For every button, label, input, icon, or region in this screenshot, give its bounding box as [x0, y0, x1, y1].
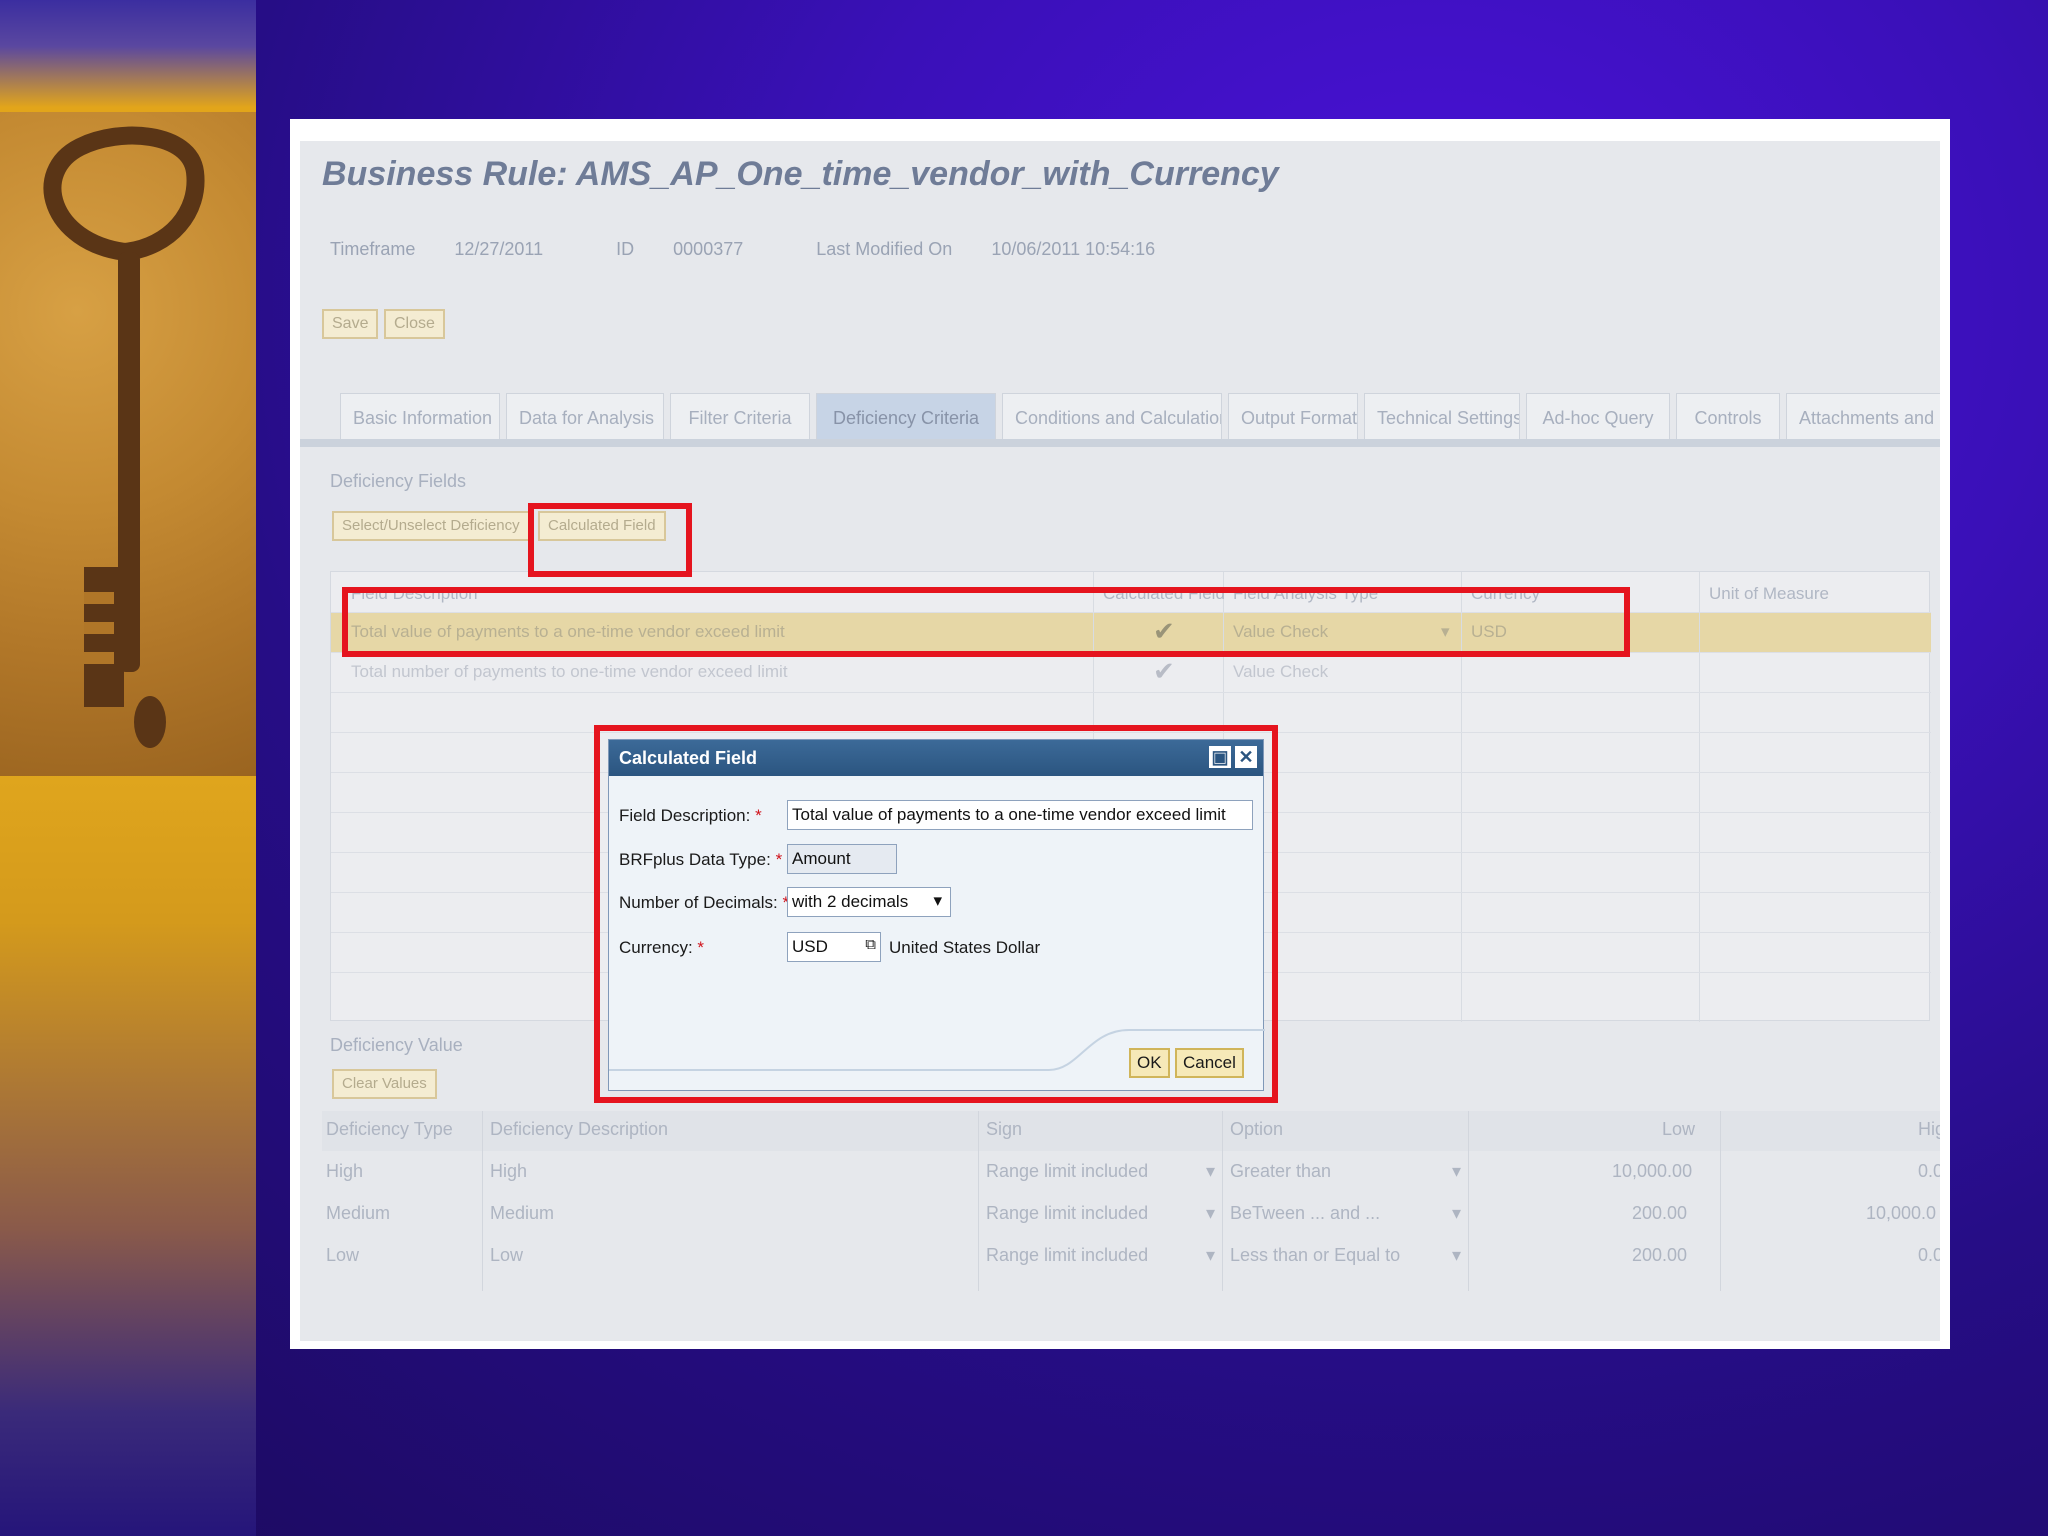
column-divider [978, 1111, 979, 1291]
rule-id: ID 0000377 [616, 239, 744, 259]
tab-deficiency-criteria[interactable]: Deficiency Criteria [816, 393, 996, 443]
column-divider [482, 1111, 483, 1291]
close-button[interactable]: Close [384, 309, 445, 339]
tab-conditions-and-calculations[interactable]: Conditions and Calculations [1002, 393, 1222, 443]
business-rule-window: Business Rule: AMS_AP_One_time_vendor_wi… [300, 141, 1940, 1341]
column-header-unit-of-measure[interactable]: Unit of Measure [1709, 584, 1829, 604]
highlight-calculated-field-button [528, 503, 692, 577]
column-header-high[interactable]: High [1918, 1119, 1940, 1140]
row-high-description[interactable]: High [490, 1161, 527, 1182]
row-2-description: Total number of payments to one-time ven… [351, 662, 788, 681]
row-low-type: Low [326, 1245, 360, 1265]
tab-ad-hoc-query[interactable]: Ad-hoc Query [1526, 393, 1670, 443]
deficiency-value-heading: Deficiency Value [330, 1035, 463, 1055]
column-header-option[interactable]: Option [1230, 1119, 1283, 1140]
column-divider [1720, 1111, 1721, 1291]
row-2-analysis-type[interactable]: Value Check [1233, 662, 1328, 682]
column-divider [1222, 1111, 1223, 1291]
column-header-low[interactable]: Low [1662, 1119, 1695, 1140]
row-medium-option[interactable]: BeTween ... and ... [1230, 1203, 1380, 1224]
column-header-deficiency-description[interactable]: Deficiency Description [490, 1119, 668, 1140]
row-high-option-dropdown-icon[interactable]: ▾ [1452, 1161, 1461, 1182]
rule-metadata: Timeframe 12/27/2011 ID 0000377 Last Mod… [330, 239, 1223, 260]
highlight-calculated-field-dialog [594, 725, 1278, 1103]
last-modified: Last Modified On 10/06/2011 10:54:16 [816, 239, 1156, 259]
deficiency-value-table: Deficiency Type Deficiency Description S… [322, 1111, 1940, 1291]
column-divider [1468, 1111, 1469, 1291]
tab-output-format[interactable]: Output Format [1228, 393, 1358, 443]
page-title: Business Rule: AMS_AP_One_time_vendor_wi… [322, 155, 1279, 193]
row-high-high[interactable]: 0.0 [1918, 1161, 1940, 1182]
row-medium-option-dropdown-icon[interactable]: ▾ [1452, 1203, 1461, 1224]
row-low-option-dropdown-icon[interactable]: ▾ [1452, 1245, 1461, 1266]
tab-attachments[interactable]: Attachments and [1786, 393, 1940, 443]
row-medium-sign[interactable]: Range limit included [986, 1203, 1148, 1224]
row-low-sign-dropdown-icon[interactable]: ▾ [1206, 1245, 1215, 1266]
column-divider [1699, 572, 1700, 1022]
deficiency-fields-heading: Deficiency Fields [330, 471, 467, 491]
screenshot-frame: Business Rule: AMS_AP_One_time_vendor_wi… [290, 119, 1950, 1349]
row-low-option[interactable]: Less than or Equal to [1230, 1245, 1400, 1266]
row-low-sign[interactable]: Range limit included [986, 1245, 1148, 1266]
row-2-calculated-check-icon: ✔ [1153, 656, 1175, 686]
row-low-description[interactable]: Low [490, 1245, 523, 1266]
clear-values-button[interactable]: Clear Values [332, 1069, 437, 1099]
column-header-sign[interactable]: Sign [986, 1119, 1022, 1140]
tab-basic-information[interactable]: Basic Information [340, 393, 500, 443]
save-button[interactable]: Save [322, 309, 379, 339]
select-unselect-deficiency-button[interactable]: Select/Unselect Deficiency [332, 511, 530, 541]
row-medium-type: Medium [326, 1203, 391, 1223]
row-high-sign-dropdown-icon[interactable]: ▾ [1206, 1161, 1215, 1182]
tab-strip: Basic Information Data for Analysis Filt… [320, 393, 1940, 443]
highlight-selected-row [342, 587, 1630, 657]
row-low-high[interactable]: 0.0 [1918, 1245, 1940, 1266]
row-high-low[interactable]: 10,000.00 [1612, 1161, 1692, 1182]
row-high-type: High [326, 1161, 364, 1181]
row-high-sign[interactable]: Range limit included [986, 1161, 1148, 1182]
tab-controls[interactable]: Controls [1676, 393, 1780, 443]
tab-technical-settings[interactable]: Technical Settings [1364, 393, 1520, 443]
timeframe: Timeframe 12/27/2011 [330, 239, 544, 259]
row-high-option[interactable]: Greater than [1230, 1161, 1331, 1182]
row-medium-low[interactable]: 200.00 [1632, 1203, 1687, 1224]
row-low-low[interactable]: 200.00 [1632, 1245, 1687, 1266]
key-photo [0, 112, 256, 776]
row-medium-sign-dropdown-icon[interactable]: ▾ [1206, 1203, 1215, 1224]
row-divider [331, 692, 1931, 693]
row-medium-description[interactable]: Medium [490, 1203, 554, 1224]
tab-underline [300, 439, 1940, 447]
row-medium-high[interactable]: 10,000.0 [1866, 1203, 1936, 1224]
tab-data-for-analysis[interactable]: Data for Analysis [506, 393, 664, 443]
tab-filter-criteria[interactable]: Filter Criteria [670, 393, 810, 443]
column-header-deficiency-type[interactable]: Deficiency Type [326, 1119, 453, 1140]
